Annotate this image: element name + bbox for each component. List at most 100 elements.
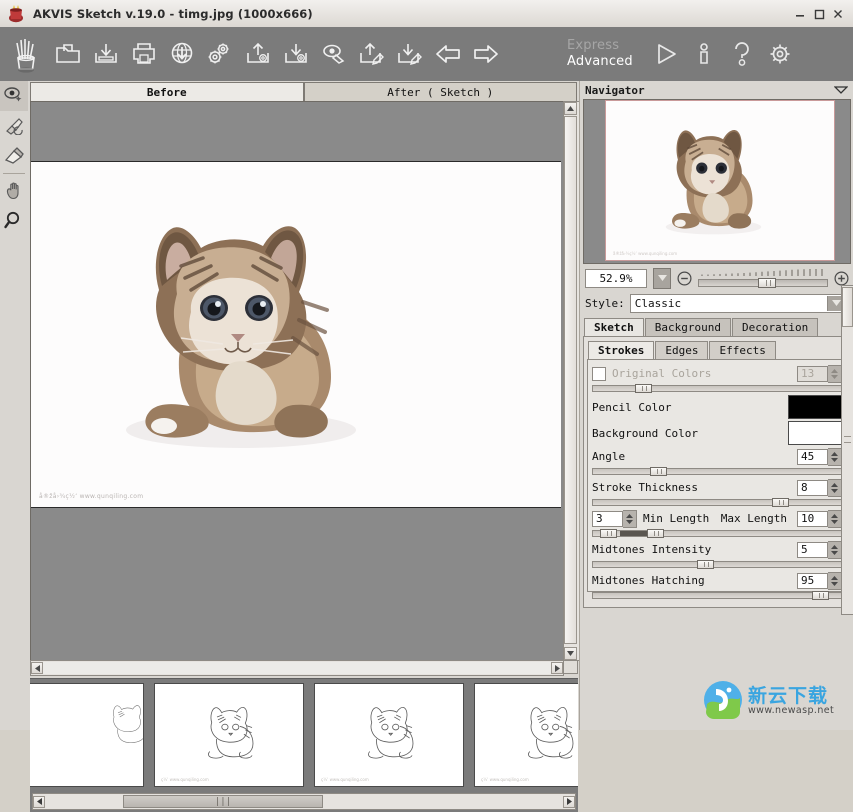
spinner-arrows-icon[interactable] [623,509,637,528]
spinner-arrows-icon[interactable] [828,478,842,497]
hand-tool[interactable] [0,176,28,206]
stroke-thickness-slider[interactable] [592,498,842,507]
thumbs-scroll-left-icon[interactable] [33,795,45,808]
navigator-preview[interactable]: å®žå›¾ç½‘ www.qunqiling.com [583,99,851,264]
pencil-color-swatch[interactable] [788,395,842,419]
toolbar-app-logo[interactable] [3,32,49,76]
midtones-intensity-spinner[interactable]: 5 [797,540,842,559]
preset-thumb-4[interactable]: ç½‘ www.qunqiling.com [474,683,578,787]
original-colors-value[interactable]: 13 [797,365,828,382]
canvas-vertical-scrollbar[interactable] [563,101,580,661]
scroll-up-arrow-icon[interactable] [564,102,577,115]
export-canvas-button[interactable] [391,32,429,76]
subtab-strokes[interactable]: Strokes [588,341,655,359]
minimize-icon[interactable] [790,4,809,24]
quick-preview-button[interactable] [315,32,353,76]
maximize-icon[interactable] [809,4,828,24]
scroll-down-arrow-icon[interactable] [564,647,577,660]
settings-scroll-thumb[interactable] [842,287,853,327]
run-button[interactable] [647,32,685,76]
midtones-intensity-slider[interactable] [592,560,842,569]
import-canvas-button[interactable] [353,32,391,76]
horizontal-scroll-track[interactable] [43,662,551,674]
save-settings-button[interactable] [277,32,315,76]
mode-express[interactable]: Express [565,38,635,54]
slider-thumb[interactable] [697,560,714,569]
mode-advanced[interactable]: Advanced [565,54,635,70]
image-canvas[interactable]: å®žå›¾ç½‘ www.qunqiling.com [30,101,564,661]
style-select[interactable]: Classic [629,293,846,313]
slider-thumb[interactable] [634,384,652,393]
background-color-swatch[interactable] [788,421,842,445]
original-colors-checkbox[interactable] [592,366,606,381]
vertical-scroll-thumb[interactable] [564,116,577,644]
redo-button[interactable] [467,32,505,76]
eraser-tool[interactable] [0,141,28,171]
zoom-in-button[interactable] [834,270,849,286]
preset-thumb-3[interactable]: ç½‘ www.qunqiling.com [314,683,464,787]
min-length-spinner[interactable]: 3 [592,509,637,528]
spinner-arrows-icon[interactable] [828,364,842,383]
original-colors-spinner[interactable]: 13 [797,364,842,383]
settings-panel-scrollbar[interactable] [841,285,853,615]
zoom-value-input[interactable]: 52.9% [585,268,647,288]
slider-thumb[interactable] [649,467,667,476]
preset-thumb-2[interactable]: ç½‘ www.qunqiling.com [154,683,304,787]
tab-decoration[interactable]: Decoration [731,318,819,336]
tab-after-sketch[interactable]: After ( Sketch ) [303,82,577,102]
subtab-effects[interactable]: Effects [709,341,776,359]
midtones-hatching-slider[interactable] [592,591,842,600]
scroll-right-arrow-icon[interactable] [551,662,563,674]
mode-switcher[interactable]: Express Advanced [565,38,635,71]
help-button[interactable] [723,32,761,76]
preferences-button[interactable] [761,32,799,76]
stroke-thickness-value[interactable]: 8 [797,479,828,496]
angle-spinner[interactable]: 45 [797,447,842,466]
stroke-length-range-slider[interactable] [592,529,842,538]
tab-before[interactable]: Before [30,82,304,102]
tab-sketch[interactable]: Sketch [584,318,644,336]
canvas-horizontal-scrollbar[interactable] [30,660,564,676]
history-brush-tool[interactable] [0,111,28,141]
range-thumb-min[interactable] [599,529,617,538]
original-colors-slider[interactable] [592,384,842,393]
angle-value[interactable]: 45 [797,448,828,465]
zoom-out-button[interactable] [677,270,692,286]
zoom-dropdown-chevron-down-icon[interactable] [653,267,671,289]
spinner-arrows-icon[interactable] [828,509,842,528]
midtones-hatching-spinner[interactable]: 95 [797,571,842,590]
zoom-slider-thumb[interactable] [757,278,776,288]
open-image-button[interactable] [49,32,87,76]
zoom-tool[interactable] [0,206,28,236]
midtones-intensity-value[interactable]: 5 [797,541,828,558]
stroke-thickness-spinner[interactable]: 8 [797,478,842,497]
subtab-edges[interactable]: Edges [655,341,709,359]
undo-button[interactable] [429,32,467,76]
zoom-slider[interactable] [698,268,828,288]
tab-background[interactable]: Background [644,318,731,336]
midtones-hatching-value[interactable]: 95 [797,572,828,589]
close-icon[interactable] [828,4,847,24]
thumbs-scroll-thumb[interactable]: ||| [123,795,323,808]
publish-web-button[interactable] [163,32,201,76]
range-thumb-max[interactable] [647,529,664,538]
spinner-arrows-icon[interactable] [828,540,842,559]
max-length-value[interactable]: 10 [797,510,828,527]
about-button[interactable] [685,32,723,76]
chevron-down-icon[interactable] [833,84,849,97]
preferences-gears-button[interactable] [201,32,239,76]
scroll-left-arrow-icon[interactable] [31,662,43,674]
min-length-value[interactable]: 3 [592,510,623,527]
quick-preview-tool[interactable] [0,81,28,111]
preset-thumb-1[interactable] [30,683,144,787]
thumbnail-scrollbar[interactable]: ||| [32,793,576,810]
load-settings-button[interactable] [239,32,277,76]
thumbs-scroll-right-icon[interactable] [563,795,575,808]
save-image-button[interactable] [87,32,125,76]
slider-thumb[interactable] [812,591,829,600]
spinner-arrows-icon[interactable] [828,447,842,466]
print-image-button[interactable] [125,32,163,76]
angle-slider[interactable] [592,467,842,476]
spinner-arrows-icon[interactable] [828,571,842,590]
max-length-spinner[interactable]: 10 [797,509,842,528]
